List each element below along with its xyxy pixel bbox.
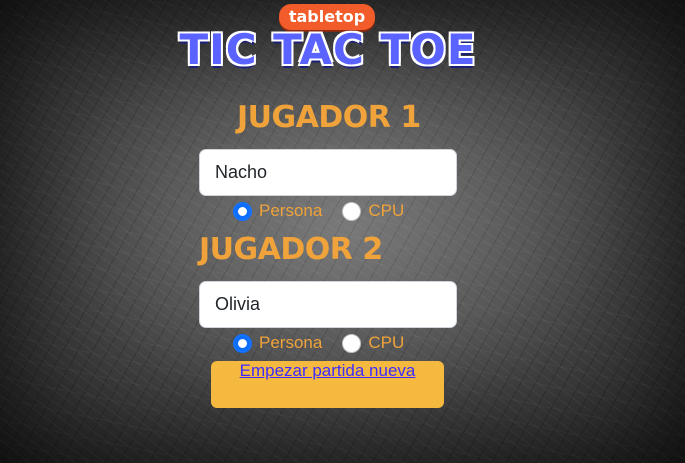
player2-persona-label[interactable]: Persona [259, 333, 322, 353]
logo-title-text: TIC TAC TOE [179, 25, 477, 74]
game-logo: tabletop TIC TAC TOE [175, 4, 481, 76]
player2-cpu-radio[interactable] [342, 333, 362, 353]
player1-persona-radio[interactable] [233, 201, 252, 221]
player1-cpu-radio[interactable] [342, 201, 362, 221]
player1-heading: JUGADOR 1 [237, 100, 421, 135]
player1-type-radio-group: Persona CPU [233, 199, 424, 223]
player1-cpu-label[interactable]: CPU [368, 201, 404, 221]
player2-name-input[interactable]: Olivia [199, 281, 457, 328]
player1-name-input[interactable]: Nacho [199, 149, 457, 196]
player2-persona-radio[interactable] [233, 333, 252, 353]
player2-heading: JUGADOR 2 [199, 232, 383, 267]
player2-type-radio-group: Persona CPU [233, 331, 424, 355]
player2-cpu-label[interactable]: CPU [368, 333, 404, 353]
player1-persona-label[interactable]: Persona [259, 201, 322, 221]
start-new-game-button[interactable]: Empezar partida nueva [211, 361, 444, 408]
